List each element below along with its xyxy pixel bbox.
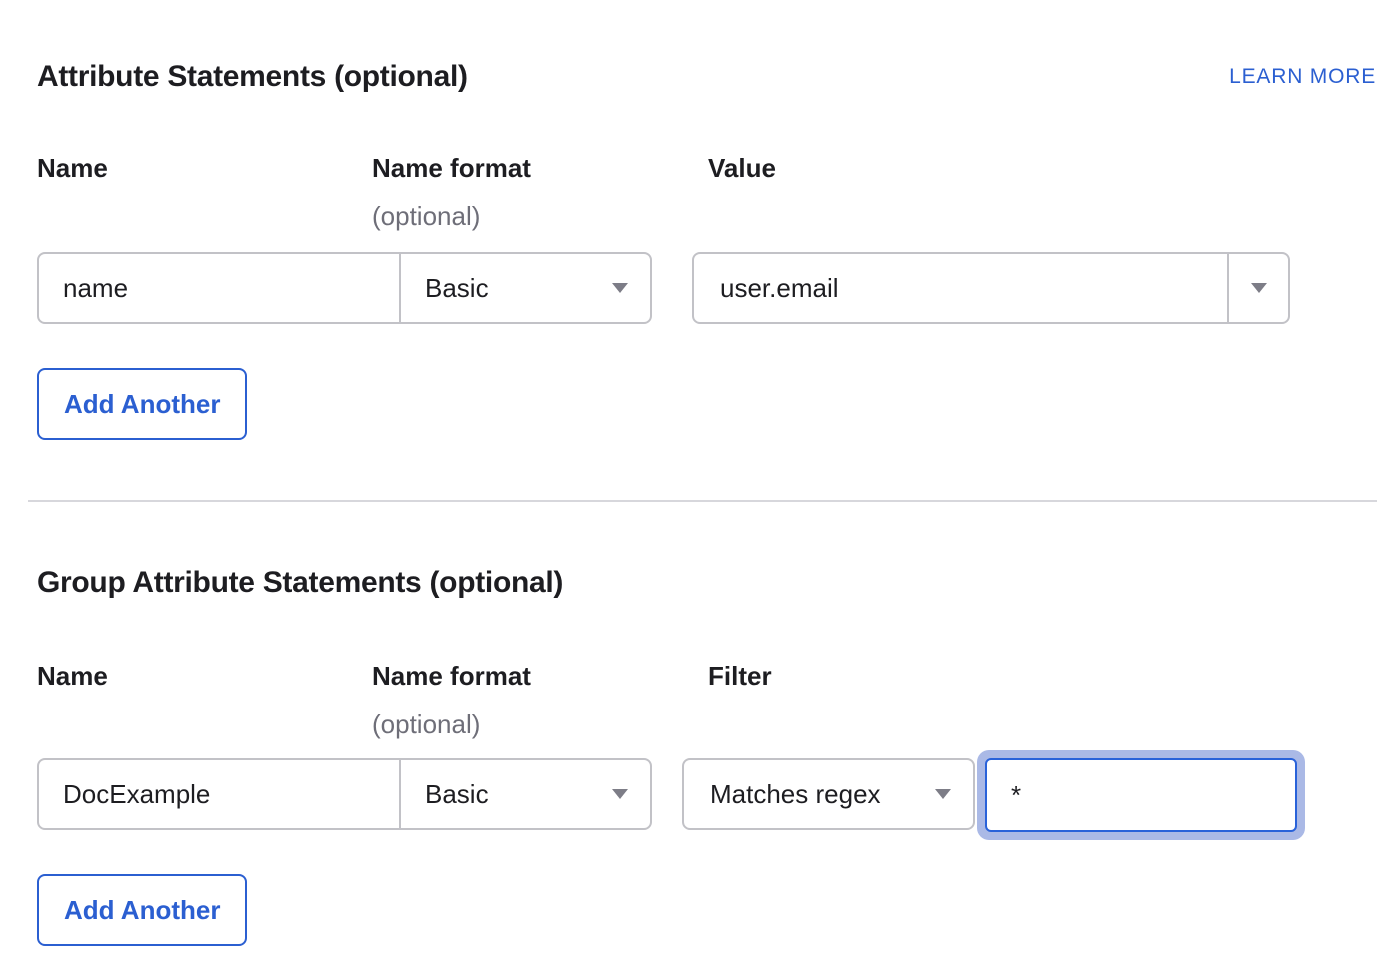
group-filter-value-focus-ring — [977, 750, 1305, 840]
group-add-another-button[interactable]: Add Another — [37, 874, 247, 946]
group-attribute-statements-title: Group Attribute Statements (optional) — [37, 566, 563, 600]
name-format-optional-note: (optional) — [372, 201, 708, 231]
attribute-add-another-button[interactable]: Add Another — [37, 368, 247, 440]
attribute-statements-title: Attribute Statements (optional) — [37, 60, 468, 94]
attribute-name-format-group: Basic — [37, 252, 652, 324]
group-attribute-column-labels: Name Name format (optional) Filter — [37, 661, 1384, 739]
group-name-format-select[interactable]: Basic — [401, 760, 650, 828]
attribute-name-format-select[interactable]: Basic — [401, 254, 650, 322]
name-column-label: Name — [37, 153, 372, 183]
saml-settings-form: Attribute Statements (optional) LEARN MO… — [0, 60, 1384, 974]
group-name-format-selected-value: Basic — [425, 779, 489, 810]
attribute-value-input[interactable] — [694, 254, 1227, 322]
learn-more-link[interactable]: LEARN MORE — [1229, 65, 1376, 89]
attribute-statement-row: Basic — [37, 252, 1384, 324]
attribute-statements-header: Attribute Statements (optional) LEARN MO… — [37, 60, 1376, 94]
group-name-format-optional-note: (optional) — [372, 709, 708, 739]
group-attribute-statement-row: Basic Matches regex — [37, 750, 1384, 840]
name-format-column-label: Name format — [372, 153, 708, 183]
group-filter-type-select[interactable]: Matches regex — [682, 758, 975, 830]
group-name-column-label: Name — [37, 661, 372, 691]
group-name-format-column-label: Name format — [372, 661, 708, 691]
attribute-value-dropdown-toggle[interactable] — [1229, 254, 1288, 322]
caret-down-icon — [1251, 283, 1267, 293]
caret-down-icon — [935, 789, 951, 799]
group-name-format-group: Basic — [37, 758, 652, 830]
attribute-statements-column-labels: Name Name format (optional) Value — [37, 153, 1384, 231]
group-filter-value-input[interactable] — [985, 758, 1297, 832]
caret-down-icon — [612, 283, 628, 293]
group-filter-type-selected-value: Matches regex — [710, 779, 881, 810]
attribute-name-input[interactable] — [39, 254, 399, 322]
group-attribute-statements-header: Group Attribute Statements (optional) — [37, 566, 1376, 600]
section-divider — [28, 500, 1377, 502]
caret-down-icon — [612, 789, 628, 799]
attribute-value-combobox — [692, 252, 1290, 324]
value-column-label: Value — [708, 153, 776, 183]
filter-column-label: Filter — [708, 661, 772, 691]
attribute-name-format-selected-value: Basic — [425, 273, 489, 304]
group-attribute-name-input[interactable] — [39, 760, 399, 828]
